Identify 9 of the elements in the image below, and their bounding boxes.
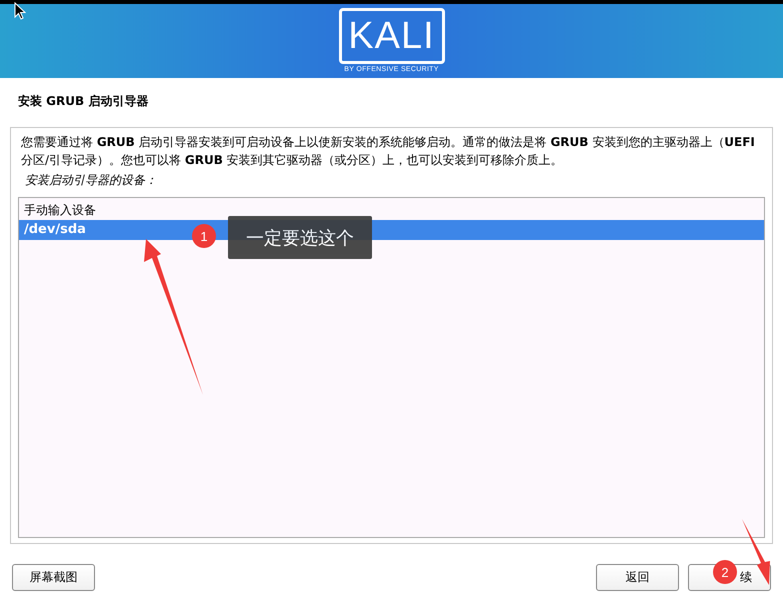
page-title: 安装 GRUB 启动引导器: [17, 93, 150, 110]
step-badge: 2: [713, 560, 737, 584]
device-label: 安装启动引导器的设备：: [24, 172, 158, 189]
arrow: [742, 519, 770, 585]
nav-button[interactable]: 返回: [596, 564, 679, 591]
screenshot-button[interactable]: 屏幕截图: [12, 564, 95, 591]
logo: KALI: [338, 8, 444, 64]
callout: 一定要选这个: [228, 216, 372, 259]
description: 您需要通过将 GRUB 启动引导器安装到可启动设备上以使新安装的系统能够启动。通常的做法是将 GRUB 安装到您的主驱动器上（UEFI 分区/引导记录）。您也可以将 GRUB 安装到其它驱动器（或分区）上，也可以安装到可移除介质上。: [20, 134, 756, 169]
